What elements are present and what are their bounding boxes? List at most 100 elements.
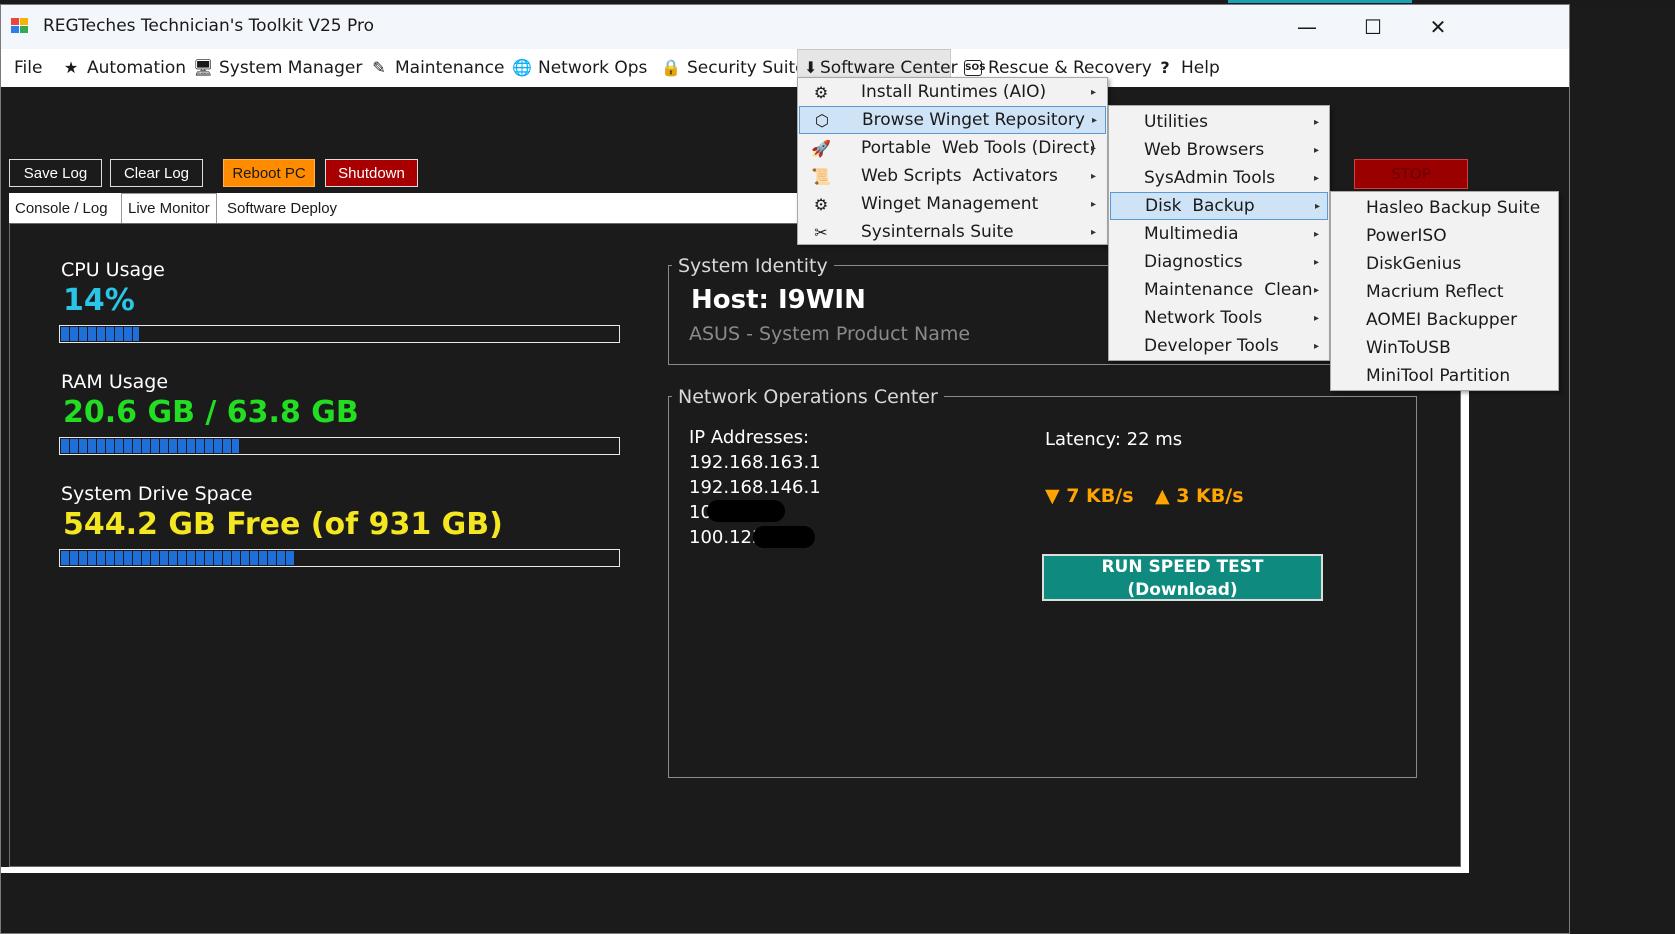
- download-arrow-icon: ⬇: [804, 58, 818, 77]
- app-logo-icon: [11, 18, 31, 36]
- menu-item-label: Browse Winget Repository: [862, 110, 1085, 130]
- menu-item-winget-management[interactable]: ⚙ Winget Management ▸: [799, 190, 1106, 218]
- drive-progress-bar: [59, 549, 620, 567]
- menu-item-sysinternals[interactable]: ✂ Sysinternals Suite ▸: [799, 218, 1106, 246]
- menu-item-diagnostics[interactable]: Diagnostics ▸: [1110, 248, 1328, 276]
- menu-item-portable-web-tools[interactable]: 🚀 Portable Web Tools (Direct) ▸: [799, 134, 1106, 162]
- menu-network-ops-label: Network Ops: [538, 58, 648, 78]
- redaction-mark: [707, 500, 785, 522]
- menu-file[interactable]: File: [8, 49, 48, 87]
- title-bar: REGTeches Technician's Toolkit V25 Pro —…: [1, 5, 1569, 49]
- menu-automation-label: Automation: [87, 58, 187, 78]
- menu-item-label: AOMEI Backupper: [1366, 310, 1518, 330]
- script-icon: 📜: [811, 166, 831, 186]
- rocket-icon: 🚀: [811, 138, 831, 158]
- cpu-label: CPU Usage: [61, 259, 165, 281]
- run-speed-test-button[interactable]: RUN SPEED TEST (Download): [1042, 554, 1323, 601]
- drive-value: 544.2 GB Free (of 931 GB): [63, 507, 503, 542]
- menu-system-manager[interactable]: 🖥 System Manager: [187, 49, 368, 87]
- ip-address-2: 192.168.146.1: [689, 477, 821, 498]
- save-log-button[interactable]: Save Log: [9, 159, 102, 187]
- menu-item-developer-tools[interactable]: Developer Tools ▸: [1110, 332, 1328, 360]
- menu-item-label: WinToUSB: [1366, 338, 1451, 358]
- menu-item-web-scripts[interactable]: 📜 Web Scripts Activators ▸: [799, 162, 1106, 190]
- app-window: REGTeches Technician's Toolkit V25 Pro —…: [0, 4, 1570, 934]
- cpu-progress-fill: [61, 327, 139, 341]
- menu-file-label: File: [14, 58, 43, 78]
- menu-item-sysadmin-tools[interactable]: SysAdmin Tools ▸: [1110, 164, 1328, 192]
- brush-icon: ✎: [372, 58, 386, 77]
- menu-item-aomei[interactable]: AOMEI Backupper: [1332, 306, 1557, 334]
- reboot-pc-button[interactable]: Reboot PC: [223, 159, 315, 187]
- menu-security-suite[interactable]: 🔒 Security Suite: [655, 49, 812, 87]
- chevron-right-icon: ▸: [1091, 226, 1097, 238]
- shutdown-button[interactable]: Shutdown: [325, 159, 418, 187]
- redaction-mark: [753, 526, 815, 548]
- tab-software-deploy[interactable]: Software Deploy: [221, 195, 343, 222]
- menu-item-label: SysAdmin Tools: [1144, 168, 1276, 188]
- gears-icon: ⚙: [813, 82, 829, 102]
- menu-item-hasleo[interactable]: Hasleo Backup Suite: [1332, 194, 1557, 222]
- menu-item-browse-winget[interactable]: ⬡ Browse Winget Repository ▸: [799, 106, 1106, 134]
- tab-console-log[interactable]: Console / Log: [9, 195, 114, 222]
- system-model: ASUS - System Product Name: [689, 323, 971, 345]
- menu-maintenance[interactable]: ✎ Maintenance: [363, 49, 510, 87]
- menu-item-maintenance-clean[interactable]: Maintenance Clean ▸: [1110, 276, 1328, 304]
- menu-help[interactable]: ? Help: [1149, 49, 1226, 87]
- menu-item-label: Portable Web Tools (Direct): [861, 138, 1096, 158]
- menu-item-poweriso[interactable]: PowerISO: [1332, 222, 1557, 250]
- menu-item-label: Install Runtimes (AIO): [861, 82, 1047, 102]
- close-button[interactable]: ✕: [1404, 5, 1472, 49]
- menu-item-diskgenius[interactable]: DiskGenius: [1332, 250, 1557, 278]
- menu-item-disk-backup[interactable]: Disk Backup ▸: [1110, 192, 1328, 220]
- upload-speed: ▲ 3 KB/s: [1155, 485, 1244, 507]
- menu-item-network-tools[interactable]: Network Tools ▸: [1110, 304, 1328, 332]
- menu-item-label: Hasleo Backup Suite: [1366, 198, 1541, 218]
- cube-icon: ⬡: [815, 110, 829, 130]
- disk-backup-menu: Hasleo Backup Suite PowerISO DiskGenius …: [1330, 191, 1559, 391]
- menu-item-label: Developer Tools: [1144, 336, 1279, 356]
- menu-item-label: DiskGenius: [1366, 254, 1462, 274]
- stop-button[interactable]: STOP: [1354, 159, 1468, 189]
- menu-item-utilities[interactable]: Utilities ▸: [1110, 108, 1328, 136]
- menu-software-center-label: Software Center: [820, 58, 958, 78]
- question-icon: ?: [1160, 58, 1170, 77]
- chevron-right-icon: ▸: [1314, 228, 1320, 240]
- bg-seg: [1228, 0, 1412, 3]
- maximize-button[interactable]: ☐: [1339, 5, 1407, 49]
- menu-system-manager-label: System Manager: [219, 58, 363, 78]
- chevron-right-icon: ▸: [1314, 144, 1320, 156]
- menu-item-wintousb[interactable]: WinToUSB: [1332, 334, 1557, 362]
- ip-addresses-label: IP Addresses:: [689, 427, 810, 448]
- clear-log-button[interactable]: Clear Log: [110, 159, 203, 187]
- speed-test-line2: (Download): [1127, 580, 1238, 600]
- menu-rescue-recovery-label: Rescue & Recovery: [988, 58, 1152, 78]
- tab-live-monitor[interactable]: Live Monitor: [121, 193, 217, 223]
- tools-icon: ✂: [814, 222, 828, 242]
- chevron-right-icon: ▸: [1314, 256, 1320, 268]
- ram-label: RAM Usage: [61, 371, 169, 393]
- chevron-right-icon: ▸: [1092, 114, 1098, 126]
- menu-automation[interactable]: ★ Automation: [55, 49, 192, 87]
- network-center-title: Network Operations Center: [672, 386, 944, 408]
- menu-item-label: Web Browsers: [1144, 140, 1265, 160]
- lock-icon: 🔒: [661, 58, 681, 77]
- ram-progress-fill: [61, 439, 239, 453]
- chevron-right-icon: ▸: [1091, 86, 1097, 98]
- menu-item-install-runtimes[interactable]: ⚙ Install Runtimes (AIO) ▸: [799, 78, 1106, 106]
- star-icon: ★: [63, 58, 79, 77]
- menu-item-multimedia[interactable]: Multimedia ▸: [1110, 220, 1328, 248]
- menu-network-ops[interactable]: 🌐 Network Ops: [506, 49, 653, 87]
- menu-item-label: Diagnostics: [1144, 252, 1243, 272]
- menu-item-label: Network Tools: [1144, 308, 1263, 328]
- drive-progress-fill: [61, 551, 295, 565]
- menu-item-label: Disk Backup: [1145, 196, 1255, 216]
- minimize-button[interactable]: —: [1273, 5, 1341, 49]
- chevron-right-icon: ▸: [1091, 142, 1097, 154]
- menu-item-macrium[interactable]: Macrium Reflect: [1332, 278, 1557, 306]
- menu-item-web-browsers[interactable]: Web Browsers ▸: [1110, 136, 1328, 164]
- panel-frame-bottom: [1, 867, 1469, 873]
- chevron-right-icon: ▸: [1314, 172, 1320, 184]
- host-name: Host: I9WIN: [691, 285, 866, 315]
- menu-item-minitool[interactable]: MiniTool Partition: [1332, 362, 1557, 390]
